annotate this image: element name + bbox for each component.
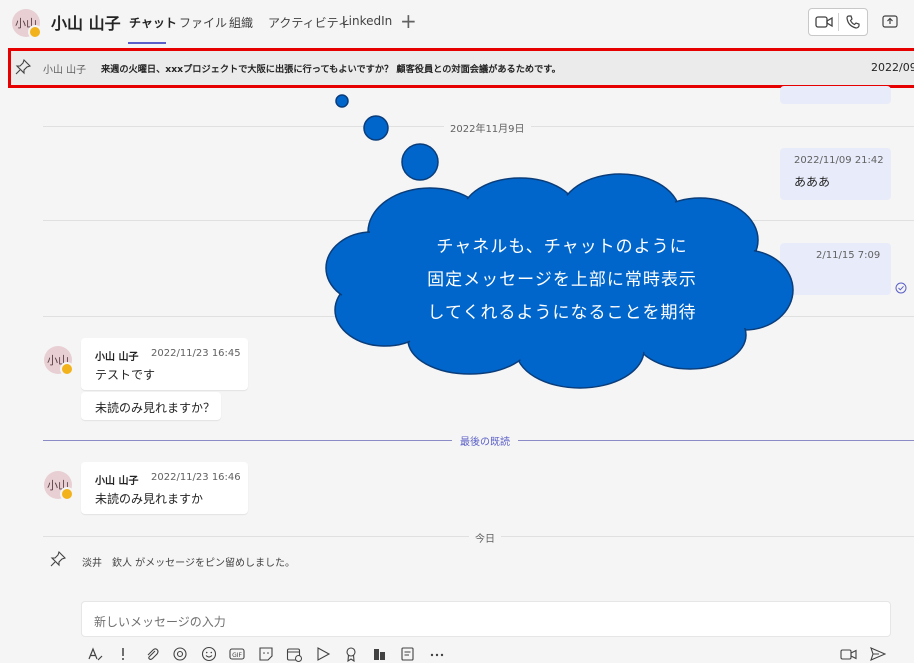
annotation-line: してくれるようになることを期待 <box>427 303 697 323</box>
annotation-line: 固定メッセージを上部に常時表示 <box>427 270 697 290</box>
annotation-line: チャネルも、チャットのように <box>436 237 688 257</box>
annotation-thought-cloud <box>325 94 794 389</box>
